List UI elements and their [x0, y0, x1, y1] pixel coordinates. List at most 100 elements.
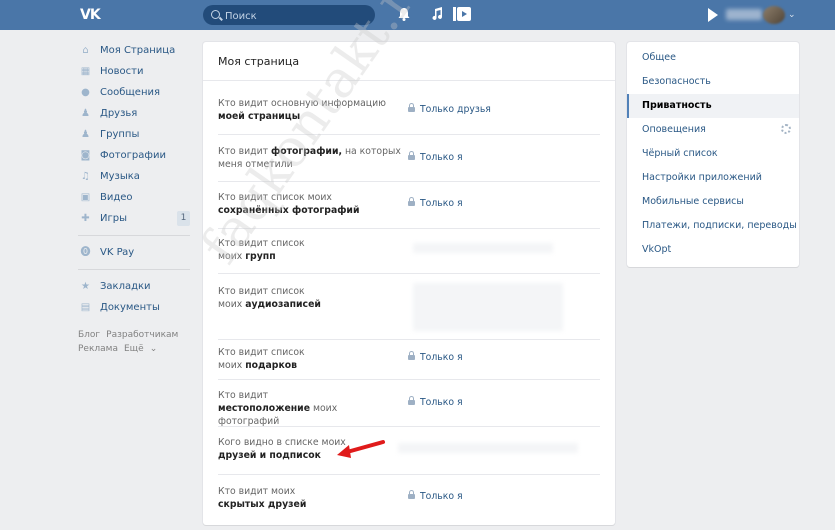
search-input[interactable] [223, 7, 367, 25]
groups-icon: ♟ [81, 129, 90, 140]
sidebar-footer: Блог Разработчикам Реклама Ещё ⌄ [78, 328, 190, 356]
vk-logo[interactable]: VK [80, 7, 101, 23]
settings-item-vkopt[interactable]: VkOpt [627, 238, 799, 262]
privacy-row-value[interactable]: Только я [408, 490, 463, 503]
privacy-row: Кто видит основную информацию моей стран… [218, 90, 600, 135]
privacy-row-value[interactable]: Только я [408, 396, 463, 409]
privacy-row: Кто видит список моих сохранённых фотогр… [218, 181, 600, 229]
lock-icon [408, 490, 415, 499]
footer-link-more[interactable]: Ещё [124, 344, 144, 354]
sidebar-item-label: Фотографии [100, 150, 166, 161]
sidebar-item-label: Видео [100, 192, 133, 203]
sidebar-item-label: Новости [100, 66, 144, 77]
messages-icon: ● [81, 87, 90, 98]
sidebar-item-games[interactable]: ✚ Игры 1 [78, 208, 190, 229]
settings-item-security[interactable]: Безопасность [627, 70, 799, 94]
left-sidebar: ⌂ Моя Страница ▦ Новости ● Сообщения ♟ Друзь… [78, 40, 190, 356]
user-menu[interactable]: ⌄ [708, 6, 798, 24]
blurred-value[interactable] [413, 243, 553, 253]
settings-item-app-settings[interactable]: Настройки приложений [627, 166, 799, 190]
avatar[interactable] [763, 6, 785, 24]
divider [78, 269, 190, 270]
sidebar-item-vkpay[interactable]: ⓿ VK Pay [78, 242, 190, 263]
sidebar-item-label: Моя Страница [100, 45, 176, 56]
music-icon: ♫ [81, 171, 90, 182]
music-icon[interactable] [431, 7, 443, 26]
camera-icon: ◙ [80, 150, 91, 161]
settings-item-notifications[interactable]: Оповещения [627, 118, 799, 142]
video-play-icon[interactable] [453, 7, 473, 26]
privacy-row-label: Кто видит список моих групп [218, 238, 305, 262]
privacy-row: Кто видит местоположение моих фотографий… [218, 379, 600, 427]
sidebar-item-news[interactable]: ▦ Новости [78, 61, 190, 82]
privacy-row-label: Кто видит список моих подарков [218, 347, 305, 371]
privacy-row: Кто видит список моих групп [218, 228, 600, 274]
sidebar-item-friends[interactable]: ♟ Друзья [78, 103, 190, 124]
privacy-row-value[interactable]: Только друзья [408, 103, 491, 116]
privacy-row: Кто видит список моих аудиозаписей [218, 273, 600, 340]
privacy-row: Кто видит моих скрытых друзей Только я [218, 474, 600, 516]
sidebar-item-label: Игры [100, 213, 127, 224]
sidebar-item-video[interactable]: ▣ Видео [78, 187, 190, 208]
sidebar-item-label: VK Pay [100, 247, 135, 258]
sidebar-item-music[interactable]: ♫ Музыка [78, 166, 190, 187]
red-arrow-annotation [337, 440, 385, 458]
privacy-row-label: Кто видит местоположение моих фотографий [218, 390, 338, 427]
games-icon: ✚ [81, 213, 90, 224]
sidebar-item-photos[interactable]: ◙ Фотографии [78, 145, 190, 166]
privacy-row-label: Кто видит список моих сохранённых фотогр… [218, 192, 360, 216]
privacy-row: Кто видит фотографии, на которых меня от… [218, 134, 600, 182]
footer-link-developers[interactable]: Разработчикам [106, 330, 178, 340]
lock-icon [408, 103, 415, 112]
privacy-row-label: Кто видит моих скрытых друзей [218, 486, 307, 510]
privacy-row: Кто видит список моих подарков Только я [218, 339, 600, 380]
settings-item-mobile[interactable]: Мобильные сервисы [627, 190, 799, 214]
privacy-row-label: Кто видит основную информацию моей стран… [218, 98, 386, 122]
video-icon: ▣ [80, 192, 91, 203]
privacy-row: Кого видно в списке моих друзей и подпис… [218, 426, 600, 475]
friends-icon: ♟ [81, 108, 90, 119]
footer-link-ads[interactable]: Реклама [78, 344, 118, 354]
document-icon: ▤ [80, 302, 91, 313]
privacy-settings-panel: Моя страница Кто видит основную информац… [203, 42, 615, 525]
privacy-row-value[interactable]: Только я [408, 151, 463, 164]
settings-item-label: Оповещения [642, 124, 706, 135]
sidebar-item-my-page[interactable]: ⌂ Моя Страница [78, 40, 190, 61]
sidebar-item-label: Документы [100, 302, 160, 313]
settings-item-blacklist[interactable]: Чёрный список [627, 142, 799, 166]
privacy-row-value[interactable]: Только я [408, 197, 463, 210]
settings-menu: Общее Безопасность Приватность Оповещени… [627, 42, 799, 267]
search-icon [211, 10, 220, 19]
blurred-value[interactable] [398, 443, 578, 453]
player-icon[interactable] [708, 8, 718, 22]
home-icon: ⌂ [82, 45, 89, 56]
privacy-row-label: Кто видит список моих аудиозаписей [218, 286, 321, 310]
sidebar-item-messages[interactable]: ● Сообщения [78, 82, 190, 103]
settings-item-payments[interactable]: Платежи, подписки, переводы [627, 214, 799, 238]
sidebar-item-documents[interactable]: ▤ Документы [78, 297, 190, 318]
news-icon: ▦ [80, 66, 91, 77]
page-title: Моя страница [218, 55, 300, 68]
chevron-down-icon: ⌄ [788, 10, 796, 20]
gear-icon[interactable] [781, 124, 791, 134]
lock-icon [408, 351, 415, 360]
sidebar-item-label: Сообщения [100, 87, 161, 98]
lock-icon [408, 151, 415, 160]
sidebar-item-label: Закладки [100, 281, 151, 292]
search-box[interactable] [203, 5, 375, 25]
top-header: VK ⌄ [0, 0, 835, 30]
settings-item-privacy[interactable]: Приватность [627, 94, 799, 118]
sidebar-item-label: Друзья [100, 108, 138, 119]
footer-link-blog[interactable]: Блог [78, 330, 100, 340]
sidebar-item-groups[interactable]: ♟ Группы [78, 124, 190, 145]
sidebar-item-bookmarks[interactable]: ★ Закладки [78, 276, 190, 297]
privacy-row-label: Кто видит фотографии, на которых меня от… [218, 146, 401, 170]
games-count-badge: 1 [177, 211, 190, 226]
blurred-value[interactable] [413, 283, 563, 331]
chevron-down-icon: ⌄ [149, 344, 158, 354]
settings-item-general[interactable]: Общее [627, 46, 799, 70]
lock-icon [408, 197, 415, 206]
privacy-row-value[interactable]: Только я [408, 351, 463, 364]
vkpay-icon: ⓿ [80, 247, 91, 258]
bell-icon[interactable] [398, 7, 410, 26]
